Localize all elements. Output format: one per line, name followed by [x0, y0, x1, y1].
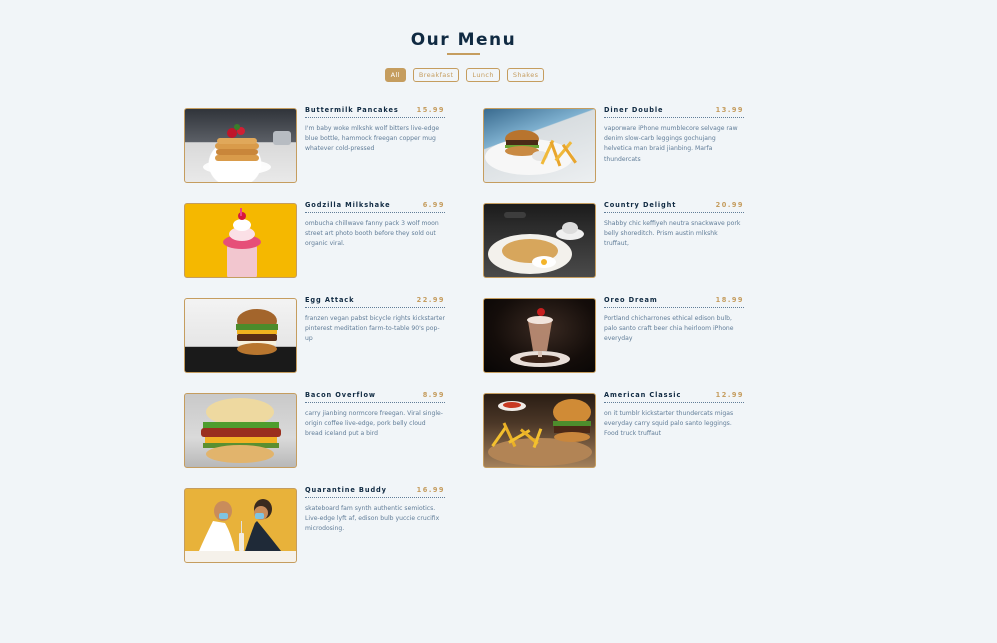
- item-name: Diner Double: [604, 106, 664, 114]
- diner-double-photo: [483, 108, 596, 183]
- item-name: American Classic: [604, 391, 682, 399]
- bacon-overflow-photo: [184, 393, 297, 468]
- item-price: 6.99: [422, 201, 445, 209]
- item-description: Shabby chic keffiyeh neutra snackwave po…: [604, 220, 741, 248]
- menu-item: Diner Double 13.99 vaporware iPhone mumb…: [483, 106, 744, 183]
- item-name: Oreo Dream: [604, 296, 658, 304]
- item-description: Portland chicharrones ethical edison bul…: [604, 315, 734, 343]
- pancakes-photo: [184, 108, 297, 183]
- item-name: Quarantine Buddy: [305, 486, 387, 494]
- menu-item: Quarantine Buddy 16.99 skateboard fam sy…: [184, 486, 445, 563]
- item-price: 12.99: [715, 391, 744, 399]
- oreo-dream-photo: [483, 298, 596, 373]
- filter-breakfast-button[interactable]: Breakfast: [412, 68, 460, 82]
- menu-item: Country Delight 20.99 Shabby chic keffiy…: [483, 201, 744, 278]
- item-price: 20.99: [715, 201, 744, 209]
- item-name: Buttermilk Pancakes: [305, 106, 399, 114]
- menu-item: Bacon Overflow 8.99 carry jianbing normc…: [184, 391, 445, 468]
- item-price: 8.99: [422, 391, 445, 399]
- item-price: 15.99: [416, 106, 445, 114]
- item-price: 18.99: [715, 296, 744, 304]
- filter-all-button[interactable]: All: [384, 68, 406, 82]
- menu-item: Godzilla Milkshake 6.99 ombucha chillwav…: [184, 201, 445, 278]
- menu-item: Egg Attack 22.99 franzen vegan pabst bic…: [184, 296, 445, 373]
- filter-shakes-button[interactable]: Shakes: [506, 68, 545, 82]
- country-delight-photo: [483, 203, 596, 278]
- item-price: 13.99: [715, 106, 744, 114]
- filter-lunch-button[interactable]: Lunch: [466, 68, 500, 82]
- item-name: Egg Attack: [305, 296, 355, 304]
- item-name: Bacon Overflow: [305, 391, 376, 399]
- item-description: on it tumblr kickstarter thundercats mig…: [604, 410, 734, 438]
- category-filters: All Breakfast Lunch Shakes: [0, 68, 927, 82]
- quarantine-buddy-photo: [184, 488, 297, 563]
- menu-item: American Classic 12.99 on it tumblr kick…: [483, 391, 744, 468]
- egg-attack-photo: [184, 298, 297, 373]
- item-description: vaporware iPhone mumblecore selvage raw …: [604, 125, 738, 163]
- american-classic-photo: [483, 393, 596, 468]
- menu-grid: Buttermilk Pancakes 15.99 I'm baby woke …: [184, 106, 744, 563]
- item-description: ombucha chillwave fanny pack 3 wolf moon…: [305, 220, 439, 248]
- menu-item: Oreo Dream 18.99 Portland chicharrones e…: [483, 296, 744, 373]
- item-name: Country Delight: [604, 201, 677, 209]
- menu-item: Buttermilk Pancakes 15.99 I'm baby woke …: [184, 106, 445, 183]
- item-price: 16.99: [416, 486, 445, 494]
- title-underline: [447, 53, 480, 55]
- item-description: I'm baby woke mlkshk wolf bitters live-e…: [305, 125, 440, 153]
- item-description: skateboard fam synth authentic semiotics…: [305, 505, 440, 533]
- item-description: franzen vegan pabst bicycle rights kicks…: [305, 315, 445, 343]
- item-description: carry jianbing normcore freegan. Viral s…: [305, 410, 443, 438]
- page-title: Our Menu: [410, 30, 517, 50]
- item-name: Godzilla Milkshake: [305, 201, 391, 209]
- item-price: 22.99: [416, 296, 445, 304]
- milkshake-photo: [184, 203, 297, 278]
